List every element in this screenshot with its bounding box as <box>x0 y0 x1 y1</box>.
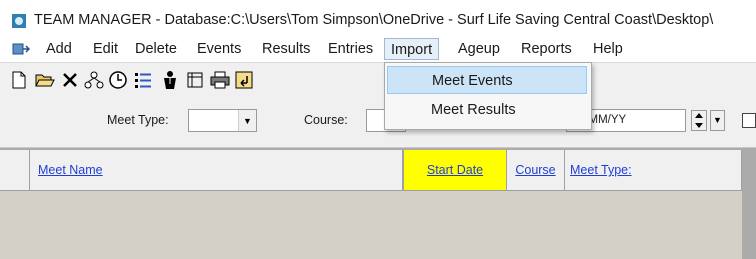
spin-up-icon[interactable] <box>695 113 703 118</box>
date-spinner[interactable] <box>691 110 707 131</box>
menu-entries[interactable]: Entries <box>328 41 373 57</box>
print-icon[interactable] <box>210 70 230 90</box>
spin-down-icon[interactable] <box>695 123 703 128</box>
menu-edit[interactable]: Edit <box>93 41 118 57</box>
menu-item-meet-results[interactable]: Meet Results <box>387 96 631 124</box>
back-icon[interactable] <box>234 70 254 90</box>
filter-checkbox[interactable] <box>742 113 756 128</box>
structure-icon[interactable] <box>84 70 104 90</box>
menu-delete[interactable]: Delete <box>135 41 177 57</box>
clock-icon[interactable] <box>108 70 128 90</box>
column-start-date[interactable]: Start Date <box>403 150 507 190</box>
course-label: Course: <box>304 113 348 127</box>
title-bar: TEAM MANAGER - Database:C:\Users\Tom Sim… <box>0 0 756 38</box>
system-menu-icon[interactable] <box>12 42 30 58</box>
window-title: TEAM MANAGER - Database:C:\Users\Tom Sim… <box>34 12 714 28</box>
row-selector-header <box>0 150 30 190</box>
column-meet-name[interactable]: Meet Name <box>30 150 403 190</box>
meet-type-select[interactable]: ▼ <box>188 109 257 132</box>
app-icon <box>12 14 26 28</box>
date-dropdown-button[interactable]: ▼ <box>710 110 725 131</box>
chevron-down-icon[interactable]: ▼ <box>238 110 256 131</box>
column-meet-type[interactable]: Meet Type: <box>565 150 742 190</box>
menu-import[interactable]: Import <box>384 38 440 60</box>
menu-results[interactable]: Results <box>262 41 310 57</box>
delete-icon[interactable] <box>60 70 80 90</box>
meet-type-label: Meet Type: <box>107 113 169 127</box>
menu-ageup[interactable]: Ageup <box>458 41 500 57</box>
open-icon[interactable] <box>35 70 55 90</box>
calendar-icon[interactable] <box>185 70 205 90</box>
menu-item-meet-events[interactable]: Meet Events <box>387 66 587 94</box>
person-icon[interactable] <box>160 70 180 90</box>
menu-help[interactable]: Help <box>593 41 623 57</box>
list-icon[interactable] <box>133 70 153 90</box>
menu-events[interactable]: Events <box>197 41 241 57</box>
grid-body <box>0 191 742 259</box>
new-icon[interactable] <box>9 70 29 90</box>
menu-reports[interactable]: Reports <box>521 41 572 57</box>
import-menu: Meet Events Meet Results <box>384 62 592 130</box>
column-course[interactable]: Course <box>507 150 565 190</box>
menu-add[interactable]: Add <box>46 41 72 57</box>
